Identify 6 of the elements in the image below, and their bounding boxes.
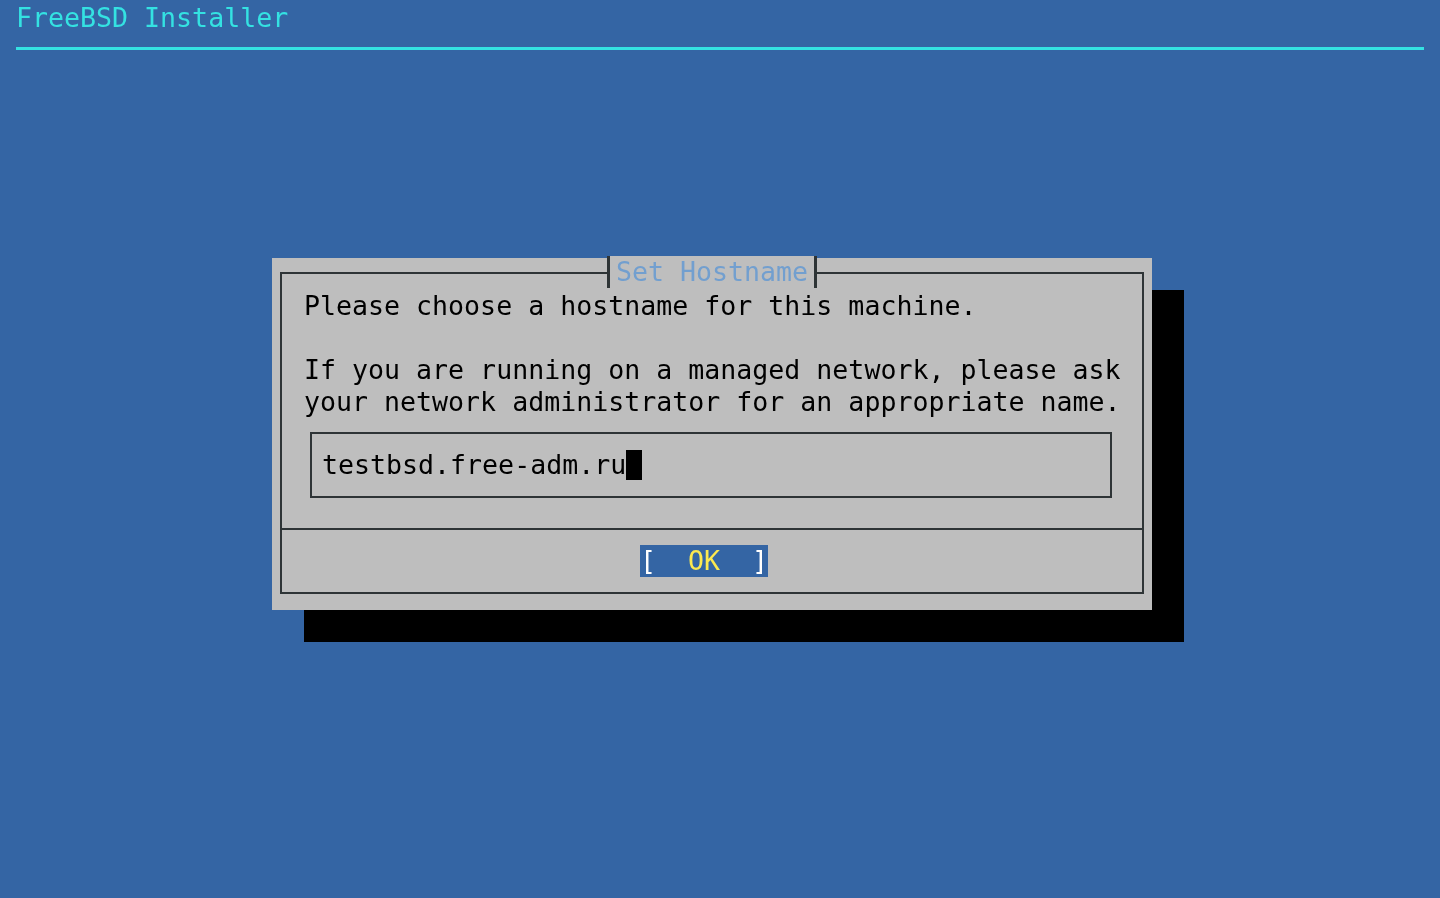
hostname-field[interactable]: testbsd.free-adm.ru (310, 432, 1112, 498)
dialog-message: Please choose a hostname for this machine. (304, 290, 978, 322)
dialog-message: If you are running on a managed network, please ask your network administrator for an appropriate name. (304, 354, 1122, 418)
dialog-title: Set Hostname (606, 256, 818, 288)
installer-title: FreeBSD Installer (16, 2, 289, 34)
ok-button[interactable]: [ OK ] (639, 545, 769, 577)
